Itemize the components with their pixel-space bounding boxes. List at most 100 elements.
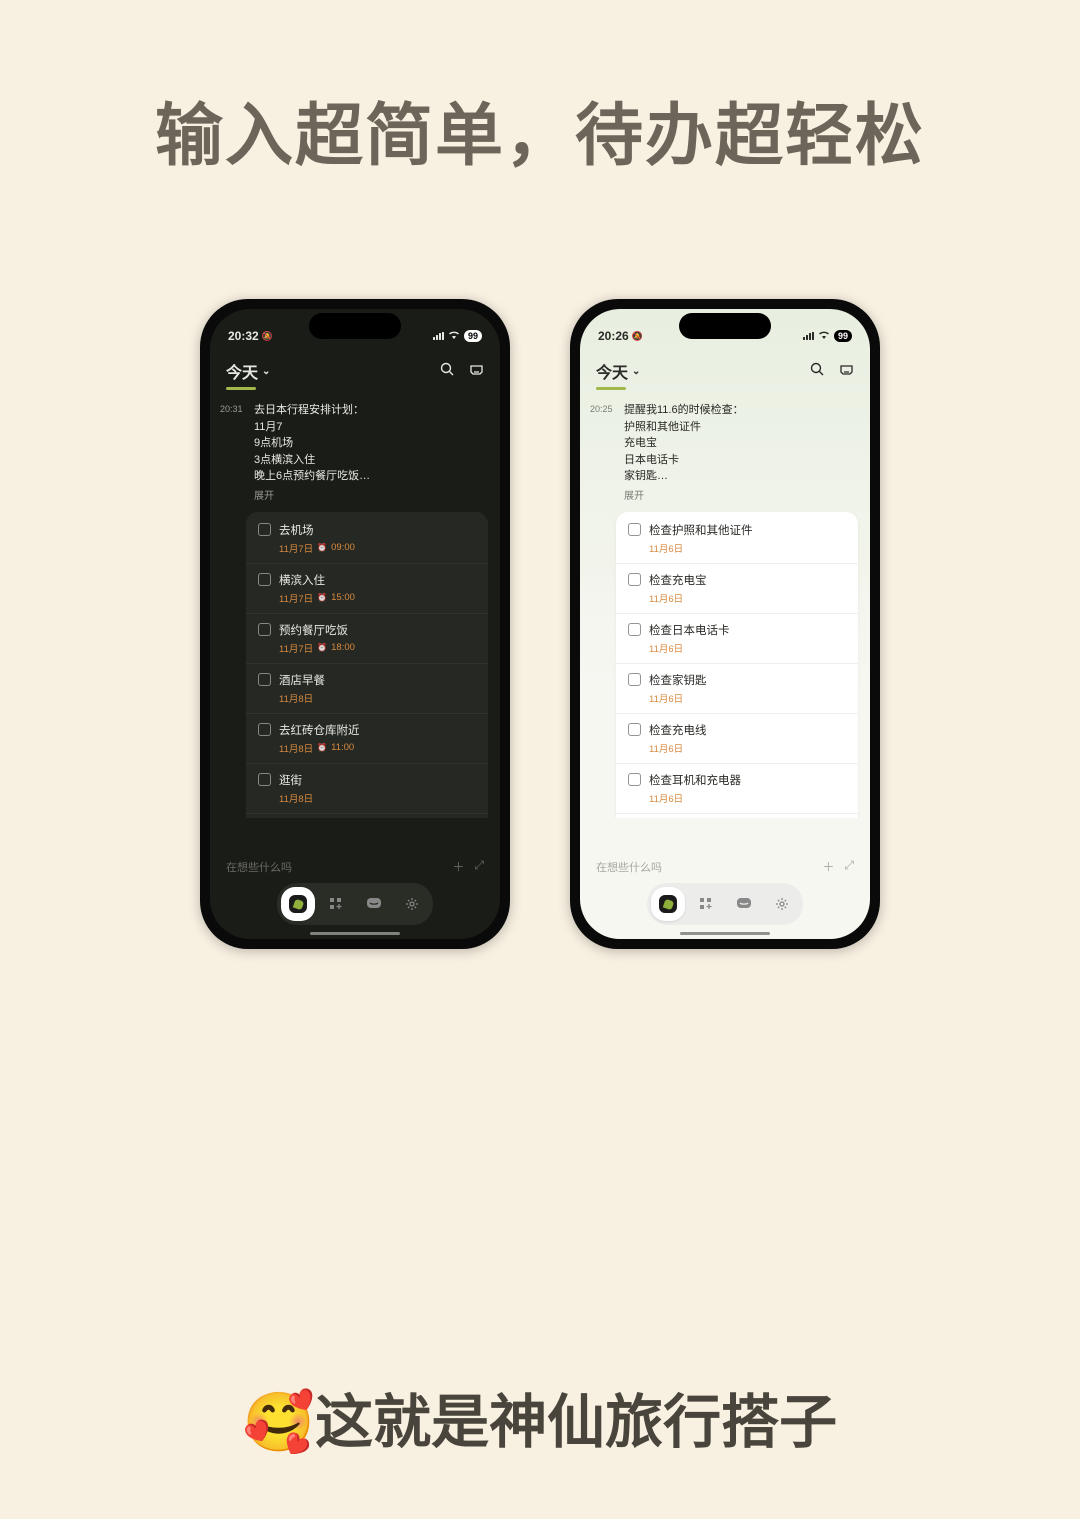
bottom-nav (647, 883, 803, 925)
expand-button[interactable]: 展开 (624, 489, 858, 504)
todo-title: 检查充电线 (649, 722, 707, 738)
todo-title: 检查日本电话卡 (649, 622, 730, 638)
todo-date: 11月7日 (279, 591, 313, 605)
checkbox[interactable] (258, 623, 271, 636)
todo-title: 去红砖仓库附近 (279, 722, 360, 738)
dynamic-island (679, 313, 771, 339)
checkbox[interactable] (258, 723, 271, 736)
nav-grid[interactable] (689, 887, 723, 921)
phone-dark: 20:32 🔕 99 今天 ⌄ (200, 299, 510, 949)
bottom-nav (277, 883, 433, 925)
checkbox[interactable] (628, 773, 641, 786)
input-placeholder: 在想些什么吗 (226, 859, 292, 875)
todo-item[interactable]: 检查耳机和充电器 11月6日 (616, 764, 858, 814)
nav-chat[interactable] (357, 887, 391, 921)
todo-item[interactable]: 检查家钥匙 11月6日 (616, 664, 858, 714)
todo-date: 11月6日 (649, 641, 683, 655)
nav-home[interactable] (281, 887, 315, 921)
status-time: 20:32 (228, 329, 259, 343)
todo-title: 预约餐厅吃饭 (279, 622, 348, 638)
todo-title: 酒店早餐 (279, 672, 325, 688)
plus-icon[interactable]: ＋ (452, 858, 464, 875)
todo-date: 11月7日 (279, 541, 313, 555)
status-time: 20:26 (598, 329, 629, 343)
home-indicator (310, 932, 400, 935)
screen-dark: 20:32 🔕 99 今天 ⌄ (210, 309, 500, 939)
todo-card: 检查护照和其他证件 11月6日 检查充电宝 11月6日 检查日本电话卡 11月6… (616, 512, 858, 819)
leaf-icon (289, 895, 307, 913)
expand-icon[interactable]: ⤢ (474, 858, 484, 875)
signal-icon (803, 332, 814, 340)
todo-item[interactable]: 去红砖仓库附近 11月8日 ⏰11:00 (246, 714, 488, 764)
checkbox[interactable] (628, 623, 641, 636)
todo-item[interactable]: 预约餐厅吃饭 11月7日 ⏰ 18:00 (246, 614, 488, 664)
nav-settings[interactable] (395, 887, 429, 921)
dnd-icon: 🔕 (632, 331, 643, 342)
nav-settings[interactable] (765, 887, 799, 921)
todo-title: 去机场 (279, 522, 314, 538)
todo-card: 去机场 11月7日 ⏰09:00 横滨入住 11月7日 ⏰ 15:00 预约餐厅吃… (246, 512, 488, 819)
nav-grid[interactable] (319, 887, 353, 921)
todo-date: 11月8日 (279, 791, 313, 805)
todo-item[interactable]: 逛街 11月8日 (246, 764, 488, 814)
note-block[interactable]: 20:25 提醒我11.6的时候检查： 护照和其他证件 充电宝 日本电话卡 家钥… (580, 398, 870, 504)
input-bar[interactable]: 在想些什么吗 ＋ ⤢ (580, 850, 870, 883)
home-indicator (680, 932, 770, 935)
todo-item[interactable]: 去做缆车 11月8日 ⏰19:00 (246, 814, 488, 819)
chevron-down-icon: ⌄ (262, 366, 270, 377)
tab-underline (226, 387, 256, 390)
todo-date: 11月6日 (649, 791, 683, 805)
footer-line: 🥰这就是神仙旅行搭子 (0, 1375, 1080, 1459)
nav-home[interactable] (651, 887, 685, 921)
todo-time: 18:00 (331, 642, 355, 653)
todo-date: 11月7日 (279, 641, 313, 655)
checkbox[interactable] (628, 523, 641, 536)
battery-icon: 99 (834, 330, 852, 342)
battery-icon: 99 (464, 330, 482, 342)
expand-icon[interactable]: ⤢ (844, 858, 854, 875)
todo-item[interactable]: 横滨入住 11月7日 ⏰ 15:00 (246, 564, 488, 614)
checkbox[interactable] (628, 673, 641, 686)
clock-icon: ⏰ (317, 593, 327, 602)
note-block[interactable]: 20:31 去日本行程安排计划： 11月7 9点机场 3点横滨入住 晚上6点预约… (210, 398, 500, 504)
search-icon[interactable] (440, 362, 455, 380)
nav-chat[interactable] (727, 887, 761, 921)
todo-title: 检查充电宝 (649, 572, 707, 588)
todo-item[interactable]: 检查充电宝 11月6日 (616, 564, 858, 614)
tab-underline (596, 387, 626, 390)
wifi-icon (818, 330, 830, 342)
todo-item[interactable]: 检查充电线 11月6日 (616, 714, 858, 764)
checkbox[interactable] (258, 573, 271, 586)
search-icon[interactable] (810, 362, 825, 380)
checkbox[interactable] (628, 573, 641, 586)
todo-date: 11月8日 (279, 741, 313, 755)
todo-item[interactable]: 检查日本电话卡 11月6日 (616, 614, 858, 664)
checkbox[interactable] (628, 723, 641, 736)
checkbox[interactable] (258, 673, 271, 686)
plus-icon[interactable]: ＋ (822, 858, 834, 875)
todo-item[interactable]: 酒店早餐 11月8日 (246, 664, 488, 714)
todo-title: 检查护照和其他证件 (649, 522, 753, 538)
wifi-icon (448, 330, 460, 342)
checkbox[interactable] (258, 523, 271, 536)
phone-row: 20:32 🔕 99 今天 ⌄ (0, 299, 1080, 949)
inbox-icon[interactable] (839, 362, 854, 380)
todo-item[interactable]: 检查眼罩 11月6日 (616, 814, 858, 819)
todo-time: 15:00 (331, 592, 355, 603)
header: 今天 ⌄ (210, 349, 500, 387)
input-placeholder: 在想些什么吗 (596, 859, 662, 875)
header: 今天 ⌄ (580, 349, 870, 387)
todo-title: 横滨入住 (279, 572, 325, 588)
todo-title: 检查家钥匙 (649, 672, 707, 688)
checkbox[interactable] (258, 773, 271, 786)
signal-icon (433, 332, 444, 340)
todo-item[interactable]: 检查护照和其他证件 11月6日 (616, 514, 858, 564)
clock-icon: ⏰ (317, 643, 327, 652)
expand-button[interactable]: 展开 (254, 489, 488, 504)
header-title[interactable]: 今天 ⌄ (226, 359, 270, 383)
header-title[interactable]: 今天 ⌄ (596, 359, 640, 383)
dynamic-island (309, 313, 401, 339)
inbox-icon[interactable] (469, 362, 484, 380)
input-bar[interactable]: 在想些什么吗 ＋ ⤢ (210, 850, 500, 883)
todo-item[interactable]: 去机场 11月7日 ⏰09:00 (246, 514, 488, 564)
